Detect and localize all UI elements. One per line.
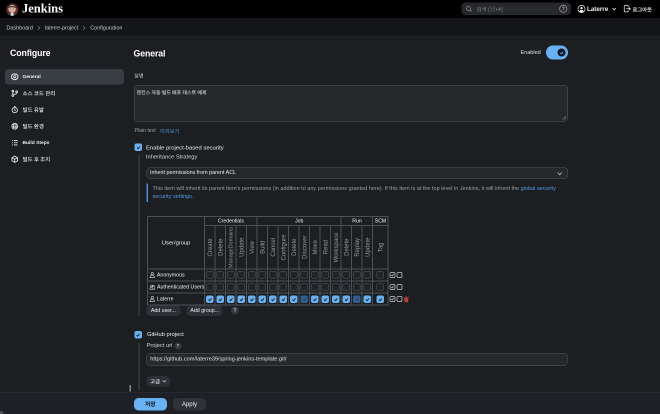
svg-text:?: ? (562, 7, 565, 13)
